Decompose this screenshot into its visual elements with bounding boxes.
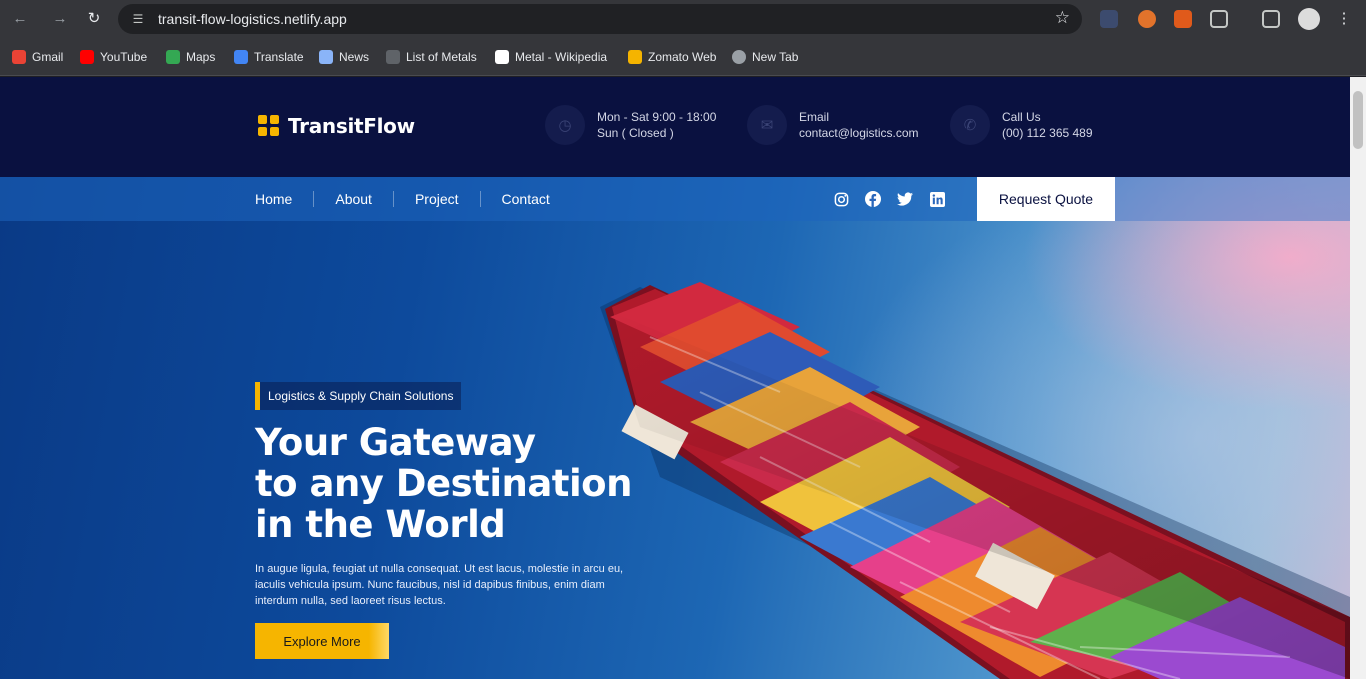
address-bar[interactable]: ☰ transit-flow-logistics.netlify.app ☆ bbox=[118, 4, 1082, 34]
clock-icon: ◷ bbox=[545, 105, 585, 145]
gmail-icon bbox=[12, 50, 26, 64]
headline-line-2: to any Destination bbox=[255, 462, 632, 505]
scrollbar-thumb[interactable] bbox=[1353, 91, 1363, 149]
browser-toolbar: ← → ↻ ☰ transit-flow-logistics.netlify.a… bbox=[0, 0, 1366, 38]
explore-more-button[interactable]: Explore More bbox=[255, 623, 389, 659]
container-ship-image bbox=[600, 282, 1350, 679]
youtube-icon bbox=[80, 50, 94, 64]
nav-decoration bbox=[1115, 177, 1350, 221]
extension-icon[interactable] bbox=[1100, 10, 1118, 28]
headline-line-3: in the World bbox=[255, 503, 506, 546]
nav-divider bbox=[392, 191, 394, 207]
bookmark-maps[interactable]: Maps bbox=[166, 48, 215, 66]
envelope-icon: ✉ bbox=[747, 105, 787, 145]
bookmark-news[interactable]: News bbox=[319, 48, 369, 66]
twitter-icon[interactable] bbox=[896, 190, 914, 208]
hero-headline: Your Gateway to any Destination in the W… bbox=[255, 422, 632, 545]
nav-home[interactable]: Home bbox=[255, 191, 292, 207]
brand-name: TransitFlow bbox=[288, 114, 415, 138]
phone-number[interactable]: (00) 112 365 489 bbox=[1002, 125, 1093, 141]
phone-info: ✆ Call Us (00) 112 365 489 bbox=[950, 105, 1093, 145]
email-address[interactable]: contact@logistics.com bbox=[799, 125, 919, 141]
facebook-icon[interactable] bbox=[864, 190, 882, 208]
bookmark-list-of-metals[interactable]: List of Metals bbox=[386, 48, 477, 66]
headline-line-1: Your Gateway bbox=[255, 421, 536, 464]
bookmark-translate[interactable]: Translate bbox=[234, 48, 304, 66]
zomato-icon bbox=[628, 50, 642, 64]
translate-icon bbox=[234, 50, 248, 64]
hours-line-1: Mon - Sat 9:00 - 18:00 bbox=[597, 110, 717, 124]
extension-icon[interactable] bbox=[1138, 10, 1156, 28]
maps-icon bbox=[166, 50, 180, 64]
nav-contact[interactable]: Contact bbox=[502, 191, 550, 207]
site-info-icon[interactable]: ☰ bbox=[130, 11, 146, 27]
extension-icon[interactable] bbox=[1174, 10, 1192, 28]
bookmark-youtube[interactable]: YouTube bbox=[80, 48, 147, 66]
brand-logo[interactable]: TransitFlow bbox=[258, 114, 415, 138]
nav-divider bbox=[313, 191, 315, 207]
nav-about[interactable]: About bbox=[335, 191, 372, 207]
reload-icon[interactable]: ↻ bbox=[84, 9, 104, 29]
forward-icon[interactable]: → bbox=[50, 9, 70, 29]
email-info: ✉ Email contact@logistics.com bbox=[747, 105, 919, 145]
bookmark-gmail[interactable]: Gmail bbox=[12, 48, 63, 66]
call-label: Call Us bbox=[1002, 110, 1041, 124]
news-icon bbox=[319, 50, 333, 64]
phone-icon: ✆ bbox=[950, 105, 990, 145]
opening-hours: ◷ Mon - Sat 9:00 - 18:00 Sun ( Closed ) bbox=[545, 105, 716, 145]
bookmark-new-tab[interactable]: New Tab bbox=[732, 48, 798, 66]
bookmark-zomato[interactable]: Zomato Web bbox=[628, 48, 716, 66]
main-navigation: Home About Project Contact Request Quote bbox=[0, 177, 1350, 221]
nav-divider bbox=[479, 191, 481, 207]
page-icon bbox=[386, 50, 400, 64]
url-text[interactable]: transit-flow-logistics.netlify.app bbox=[158, 11, 347, 27]
request-quote-button[interactable]: Request Quote bbox=[977, 177, 1115, 221]
instagram-icon[interactable] bbox=[832, 190, 850, 208]
logo-mark-icon bbox=[258, 115, 280, 137]
back-icon[interactable]: ← bbox=[10, 9, 30, 29]
hours-line-2: Sun ( Closed ) bbox=[597, 126, 674, 140]
bookmarks-bar: Gmail YouTube Maps Translate News List o… bbox=[0, 38, 1366, 76]
page-scrollbar[interactable] bbox=[1350, 77, 1366, 679]
side-panel-icon[interactable] bbox=[1262, 10, 1280, 28]
new-tab-icon bbox=[732, 50, 746, 64]
profile-avatar[interactable] bbox=[1298, 8, 1320, 30]
linkedin-icon[interactable] bbox=[928, 190, 946, 208]
hero-section bbox=[0, 177, 1350, 679]
email-label: Email bbox=[799, 110, 830, 124]
bookmark-metal-wikipedia[interactable]: Metal - Wikipedia bbox=[495, 48, 607, 66]
wikipedia-icon bbox=[495, 50, 509, 64]
extensions-puzzle-icon[interactable] bbox=[1210, 10, 1228, 28]
nav-project[interactable]: Project bbox=[415, 191, 459, 207]
menu-dots-icon[interactable]: ⋮ bbox=[1334, 9, 1354, 29]
bookmark-star-icon[interactable]: ☆ bbox=[1055, 8, 1070, 28]
hero-description: In augue ligula, feugiat ut nulla conseq… bbox=[255, 563, 624, 607]
page-viewport: TransitFlow ◷ Mon - Sat 9:00 - 18:00 Sun… bbox=[0, 77, 1350, 679]
site-topbar: TransitFlow ◷ Mon - Sat 9:00 - 18:00 Sun… bbox=[0, 77, 1350, 177]
hero-tagline: Logistics & Supply Chain Solutions bbox=[255, 382, 462, 410]
